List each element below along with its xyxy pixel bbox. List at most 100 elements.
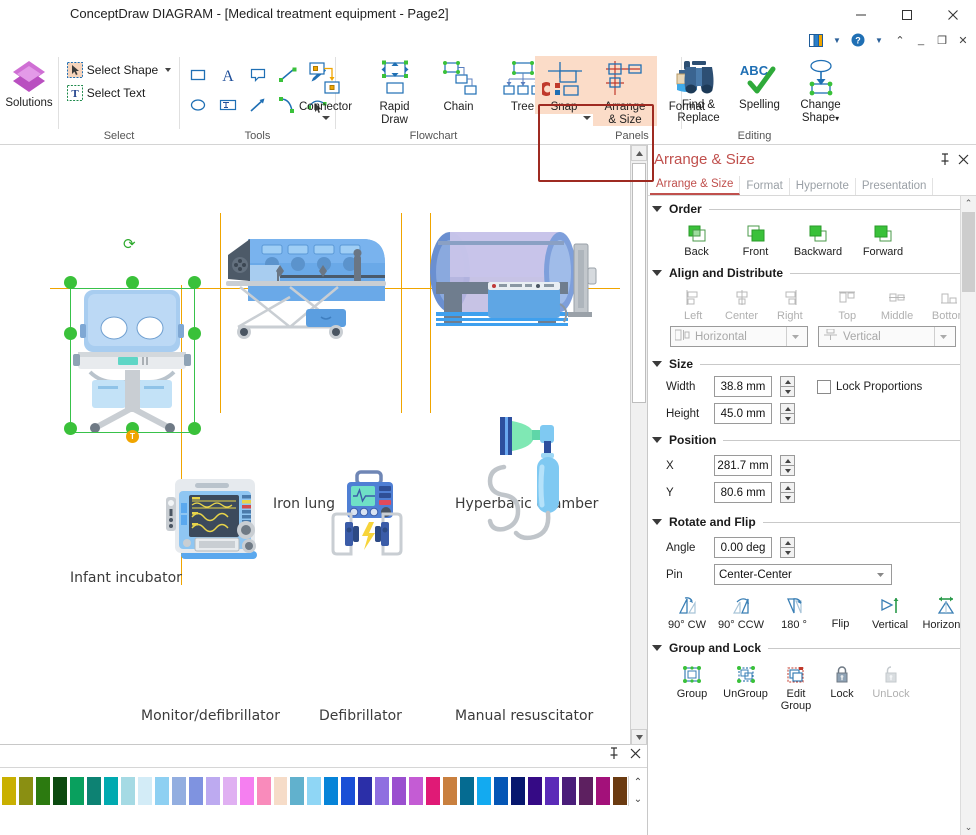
- height-stepper-up[interactable]: [780, 403, 795, 413]
- section-header-rotate[interactable]: Rotate and Flip: [648, 506, 976, 531]
- connector-button[interactable]: Connector: [289, 56, 363, 120]
- color-swatch[interactable]: [340, 776, 357, 806]
- collapse-triangle-icon[interactable]: [652, 361, 662, 367]
- color-swatch[interactable]: [594, 776, 611, 806]
- color-swatch[interactable]: [255, 776, 272, 806]
- color-swatch[interactable]: [170, 776, 187, 806]
- rectangle-tool-icon[interactable]: [183, 60, 213, 90]
- rapid-draw-button[interactable]: Rapid Draw: [363, 56, 427, 126]
- color-swatch[interactable]: [577, 776, 594, 806]
- color-swatch[interactable]: [493, 776, 510, 806]
- section-header-size[interactable]: Size: [648, 351, 976, 373]
- rotate-180-button[interactable]: 180 °: [770, 596, 818, 631]
- canvas-scroll-area[interactable]: Infant incubator ⟳ T Iron lung Hyperbari…: [0, 145, 631, 745]
- spelling-button[interactable]: ABC Spelling: [730, 56, 790, 112]
- text-box-tool-icon[interactable]: [213, 90, 243, 120]
- text-handle[interactable]: T: [126, 430, 139, 443]
- tab-hypernote[interactable]: Hypernote: [790, 178, 856, 195]
- order-forward-button[interactable]: Forward: [856, 224, 910, 258]
- pin-caret-icon[interactable]: [873, 572, 887, 577]
- x-stepper[interactable]: [780, 455, 795, 476]
- rotation-handle[interactable]: ⟳: [123, 235, 136, 253]
- chain-button[interactable]: Chain: [427, 56, 491, 114]
- align-left-button[interactable]: Left: [669, 288, 717, 322]
- color-swatch[interactable]: [119, 776, 136, 806]
- rotate-cw-button[interactable]: 90° CW: [662, 596, 712, 631]
- flip-vertical-button[interactable]: Vertical: [863, 596, 917, 631]
- help-caret-icon[interactable]: ▼: [870, 31, 888, 49]
- color-swatch[interactable]: [611, 776, 628, 806]
- color-swatches[interactable]: [0, 776, 628, 806]
- y-input[interactable]: 80.6 mm: [714, 482, 772, 503]
- height-stepper-down[interactable]: [780, 413, 795, 424]
- hyperbaric-chamber-shape[interactable]: [428, 220, 623, 350]
- manual-resuscitator-shape[interactable]: [482, 415, 567, 555]
- x-stepper-down[interactable]: [780, 465, 795, 476]
- color-swatch[interactable]: [34, 776, 51, 806]
- canvas-scroll-thumb[interactable]: [632, 163, 646, 403]
- snap-button[interactable]: Snap: [535, 56, 593, 114]
- angle-input[interactable]: 0.00 deg: [714, 537, 772, 558]
- selection-handle-ml[interactable]: [64, 327, 77, 340]
- panel-scroll-down-button[interactable]: ⌄: [961, 820, 976, 835]
- canvas-vertical-scrollbar[interactable]: [630, 145, 647, 745]
- palette-scroll-up-icon[interactable]: ⌃: [634, 777, 642, 788]
- align-right-button[interactable]: Right: [766, 288, 814, 322]
- selection-handle-mr[interactable]: [188, 327, 201, 340]
- collapse-triangle-icon[interactable]: [652, 519, 662, 525]
- color-swatch[interactable]: [442, 776, 459, 806]
- order-back-button[interactable]: Back: [672, 224, 721, 258]
- doc-restore-icon[interactable]: ❐: [933, 31, 951, 49]
- panel-vertical-scrollbar[interactable]: ⌃ ⌄: [960, 196, 976, 835]
- color-swatch[interactable]: [374, 776, 391, 806]
- defibrillator-shape[interactable]: [327, 470, 407, 560]
- selection-handle-bl[interactable]: [64, 422, 77, 435]
- tab-presentation[interactable]: Presentation: [856, 178, 934, 195]
- color-swatch[interactable]: [510, 776, 527, 806]
- section-header-position[interactable]: Position: [648, 427, 976, 449]
- order-backward-button[interactable]: Backward: [790, 224, 846, 258]
- group-button[interactable]: Group: [666, 665, 718, 712]
- minimize-button[interactable]: [838, 0, 884, 30]
- align-top-button[interactable]: Top: [823, 288, 871, 322]
- rotate-ccw-button[interactable]: 90° CCW: [712, 596, 770, 631]
- angle-stepper-down[interactable]: [780, 547, 795, 558]
- color-swatch[interactable]: [425, 776, 442, 806]
- align-middle-button[interactable]: Middle: [871, 288, 922, 322]
- tab-arrange-size[interactable]: Arrange & Size: [650, 176, 741, 195]
- selection-handle-tc[interactable]: [126, 276, 139, 289]
- width-stepper-up[interactable]: [780, 376, 795, 386]
- select-shape-caret-icon[interactable]: [165, 68, 172, 72]
- collapse-triangle-icon[interactable]: [652, 645, 662, 651]
- y-stepper-up[interactable]: [780, 482, 795, 492]
- palette-pin-icon[interactable]: [608, 747, 620, 763]
- color-swatch[interactable]: [544, 776, 560, 806]
- connector-caret-icon[interactable]: [321, 115, 330, 120]
- ungroup-button[interactable]: UnGroup: [718, 665, 773, 712]
- palette-scroll-buttons[interactable]: ⌃ ⌄: [628, 776, 647, 806]
- color-swatch[interactable]: [272, 776, 289, 806]
- color-swatch[interactable]: [323, 776, 340, 806]
- scroll-up-button[interactable]: [631, 145, 647, 161]
- arrow-tool-icon[interactable]: [243, 90, 273, 120]
- iron-lung-shape[interactable]: [218, 217, 403, 347]
- selection-handle-tl[interactable]: [64, 276, 77, 289]
- panel-scroll-thumb[interactable]: [962, 212, 975, 292]
- tab-format[interactable]: Format: [740, 178, 790, 195]
- color-swatch[interactable]: [136, 776, 153, 806]
- height-input[interactable]: 45.0 mm: [714, 403, 772, 424]
- color-swatch[interactable]: [221, 776, 238, 806]
- y-stepper[interactable]: [780, 482, 795, 503]
- color-swatch[interactable]: [68, 776, 85, 806]
- collapse-triangle-icon[interactable]: [652, 206, 662, 212]
- pin-combo[interactable]: Center-Center: [714, 564, 892, 585]
- lock-button[interactable]: Lock: [819, 665, 865, 712]
- align-center-button[interactable]: Center: [717, 288, 765, 322]
- distribute-vertical-caret-icon[interactable]: [934, 327, 951, 346]
- color-swatch[interactable]: [17, 776, 34, 806]
- unlock-button[interactable]: UnLock: [865, 665, 917, 712]
- panel-close-icon[interactable]: [954, 150, 972, 168]
- color-swatch[interactable]: [187, 776, 204, 806]
- x-stepper-up[interactable]: [780, 455, 795, 465]
- color-swatch[interactable]: [153, 776, 170, 806]
